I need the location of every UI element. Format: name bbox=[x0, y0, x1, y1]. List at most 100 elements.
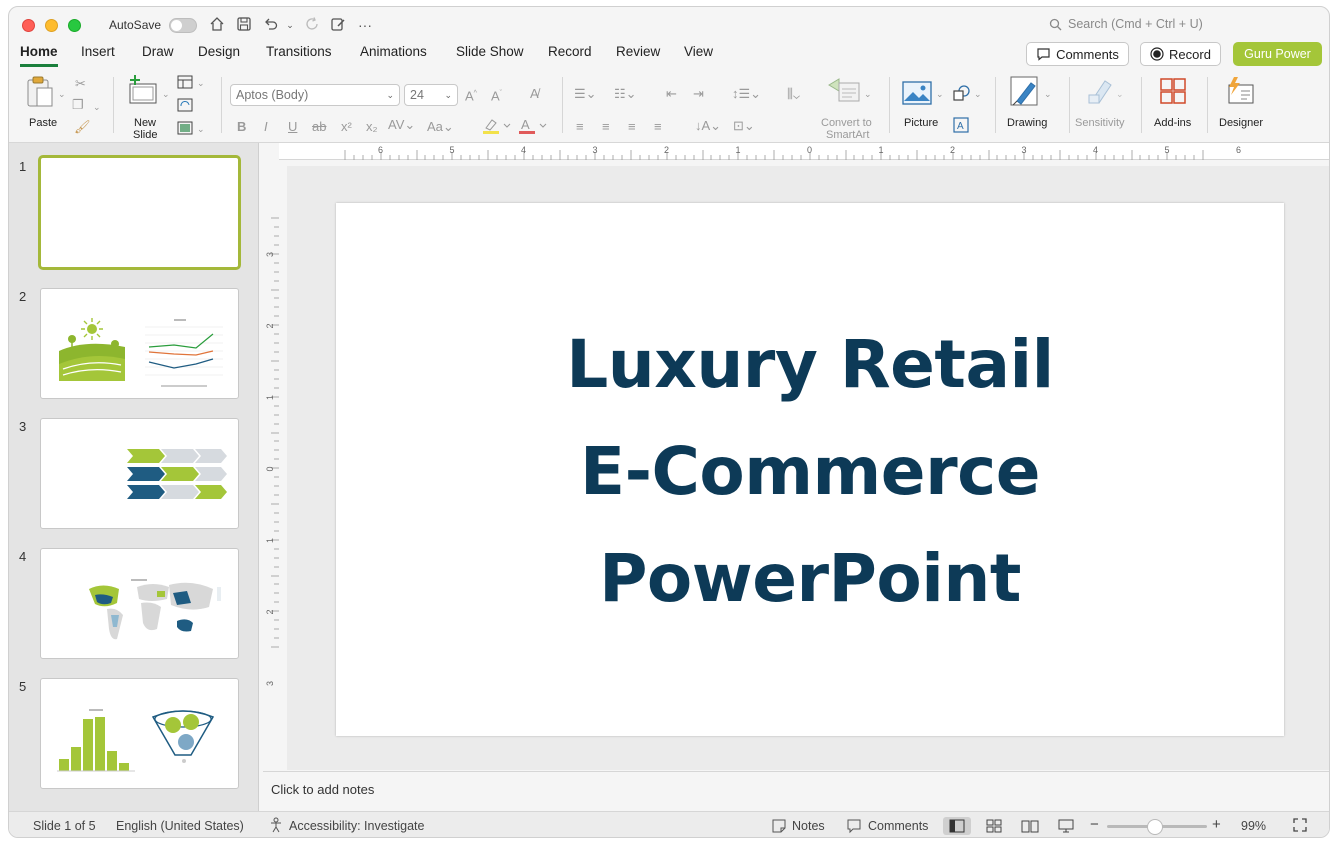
convert-dropdown-icon[interactable]: ⌄ bbox=[864, 86, 872, 102]
notes-pane[interactable]: Click to add notes bbox=[263, 771, 1329, 811]
more-icon[interactable]: ··· bbox=[356, 16, 374, 34]
tab-design[interactable]: Design bbox=[198, 43, 240, 67]
font-name-select[interactable]: Aptos (Body) ⌄ bbox=[230, 84, 400, 106]
edit-document-icon[interactable] bbox=[329, 16, 347, 34]
guru-power-button[interactable]: Guru Power bbox=[1233, 42, 1322, 66]
bullets-icon[interactable]: ☰⌄ bbox=[574, 86, 597, 102]
slide-thumbnail-3[interactable] bbox=[40, 418, 239, 529]
autosave-toggle[interactable] bbox=[169, 18, 197, 33]
drawing-dropdown-icon[interactable]: ⌄ bbox=[1044, 86, 1052, 102]
zoom-window-button[interactable] bbox=[68, 19, 81, 32]
format-painter-icon[interactable]: 🖌 bbox=[74, 119, 91, 135]
underline-icon[interactable]: U bbox=[288, 119, 297, 135]
current-slide[interactable]: Luxury Retail E-Commerce PowerPoint bbox=[336, 203, 1284, 736]
zoom-out-button[interactable]: − bbox=[1090, 816, 1099, 833]
align-right-icon[interactable]: ≡ bbox=[628, 119, 636, 135]
undo-dropdown-icon[interactable]: ⌄ bbox=[281, 16, 299, 34]
cut-icon[interactable]: ✂ bbox=[75, 76, 86, 92]
minimize-window-button[interactable] bbox=[45, 19, 58, 32]
tab-home[interactable]: Home bbox=[20, 43, 58, 67]
tab-insert[interactable]: Insert bbox=[81, 43, 115, 67]
zoom-slider-handle[interactable] bbox=[1147, 819, 1163, 835]
section-icon[interactable] bbox=[177, 121, 193, 138]
drawing-icon[interactable] bbox=[1009, 75, 1041, 112]
comments-button[interactable]: Comments bbox=[1026, 42, 1129, 66]
home-icon[interactable] bbox=[208, 16, 226, 34]
slide-thumbnail-4[interactable] bbox=[40, 548, 239, 659]
strikethrough-icon[interactable]: ab bbox=[312, 119, 326, 135]
shapes-icon[interactable] bbox=[953, 85, 971, 104]
slide-thumbnail-5[interactable] bbox=[40, 678, 239, 789]
language-status[interactable]: English (United States) bbox=[116, 819, 244, 833]
copy-dropdown-icon[interactable]: ⌄ bbox=[93, 99, 101, 115]
paste-icon[interactable] bbox=[25, 75, 55, 112]
layout-icon[interactable] bbox=[177, 75, 193, 92]
new-slide-icon[interactable] bbox=[127, 75, 159, 108]
change-case-icon[interactable]: Aa⌄ bbox=[427, 119, 454, 135]
decrease-indent-icon[interactable]: ⇤ bbox=[666, 86, 677, 102]
zoom-in-button[interactable]: + bbox=[1212, 816, 1221, 833]
columns-icon[interactable]: ⫼⌄ bbox=[787, 86, 800, 102]
designer-icon[interactable] bbox=[1225, 75, 1257, 110]
copy-icon[interactable]: ❐ bbox=[72, 97, 84, 113]
line-spacing-icon[interactable]: ↕☰⌄ bbox=[732, 86, 761, 102]
align-text-icon[interactable]: ⊡⌄ bbox=[733, 118, 755, 134]
tab-transitions[interactable]: Transitions bbox=[266, 43, 332, 67]
reading-view-button[interactable] bbox=[1016, 817, 1044, 835]
increase-indent-icon[interactable]: ⇥ bbox=[693, 86, 704, 102]
fit-to-window-icon[interactable] bbox=[1292, 817, 1308, 836]
accessibility-icon[interactable] bbox=[268, 817, 284, 836]
font-color-icon[interactable]: A bbox=[518, 117, 548, 138]
superscript-icon[interactable]: x² bbox=[341, 119, 352, 135]
comments-toggle[interactable]: Comments bbox=[868, 819, 928, 833]
align-left-icon[interactable]: ≡ bbox=[576, 119, 584, 135]
reset-icon[interactable] bbox=[177, 98, 193, 115]
highlight-color-icon[interactable] bbox=[482, 117, 512, 138]
picture-dropdown-icon[interactable]: ⌄ bbox=[936, 86, 944, 102]
accessibility-status[interactable]: Accessibility: Investigate bbox=[289, 819, 424, 833]
tab-view[interactable]: View bbox=[684, 43, 713, 67]
subscript-icon[interactable]: x₂ bbox=[366, 119, 378, 135]
search-box[interactable]: Search (Cmd + Ctrl + U) bbox=[1049, 17, 1203, 31]
save-icon[interactable] bbox=[235, 16, 253, 34]
tab-review[interactable]: Review bbox=[616, 43, 660, 67]
slide-title-textbox[interactable]: Luxury Retail E-Commerce PowerPoint bbox=[336, 311, 1284, 632]
bold-icon[interactable]: B bbox=[237, 119, 246, 135]
picture-icon[interactable] bbox=[902, 81, 932, 108]
slide-thumbnail-2[interactable] bbox=[40, 288, 239, 399]
record-button[interactable]: Record bbox=[1140, 42, 1221, 66]
clear-formatting-icon[interactable]: A̸ bbox=[530, 86, 539, 102]
undo-icon[interactable] bbox=[262, 16, 280, 34]
comments-status-icon[interactable] bbox=[846, 818, 862, 837]
font-size-select[interactable]: 24 ⌄ bbox=[404, 84, 458, 106]
layout-dropdown-icon[interactable]: ⌄ bbox=[197, 75, 205, 91]
slide-thumbnail-1[interactable] bbox=[38, 155, 241, 270]
redo-icon[interactable] bbox=[303, 16, 321, 34]
new-slide-dropdown-icon[interactable]: ⌄ bbox=[162, 86, 170, 102]
sensitivity-icon[interactable] bbox=[1085, 77, 1115, 110]
convert-smartart-icon[interactable] bbox=[827, 77, 867, 108]
add-ins-icon[interactable] bbox=[1159, 77, 1187, 108]
text-box-icon[interactable]: A bbox=[953, 117, 969, 136]
tab-draw[interactable]: Draw bbox=[142, 43, 174, 67]
shapes-dropdown-icon[interactable]: ⌄ bbox=[974, 86, 982, 102]
increase-font-size-icon[interactable]: A^ bbox=[465, 86, 477, 104]
paste-dropdown-icon[interactable]: ⌄ bbox=[58, 86, 66, 102]
slide-thumbnail-panel[interactable]: 1 2 3 4 5 bbox=[9, 143, 259, 811]
tab-slide-show[interactable]: Slide Show bbox=[456, 43, 524, 67]
text-direction-icon[interactable]: ↓A⌄ bbox=[695, 118, 721, 134]
justify-icon[interactable]: ≡ bbox=[654, 119, 662, 135]
decrease-font-size-icon[interactable]: Aˇ bbox=[491, 86, 502, 104]
tab-record[interactable]: Record bbox=[548, 43, 592, 67]
slide-show-button[interactable] bbox=[1052, 817, 1080, 835]
italic-icon[interactable]: I bbox=[264, 119, 268, 135]
sensitivity-dropdown-icon[interactable]: ⌄ bbox=[1116, 86, 1124, 102]
notes-toggle[interactable]: Notes bbox=[792, 819, 825, 833]
numbering-icon[interactable]: ☷⌄ bbox=[614, 86, 637, 102]
section-dropdown-icon[interactable]: ⌄ bbox=[197, 121, 205, 137]
zoom-level[interactable]: 99% bbox=[1241, 819, 1266, 833]
character-spacing-icon[interactable]: AV⌄ bbox=[388, 117, 415, 133]
normal-view-button[interactable] bbox=[943, 817, 971, 835]
notes-icon[interactable] bbox=[771, 818, 787, 837]
tab-animations[interactable]: Animations bbox=[360, 43, 427, 67]
